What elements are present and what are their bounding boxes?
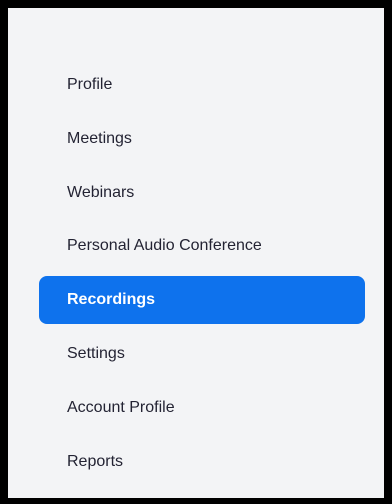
sidebar-item-label: Reports xyxy=(67,453,124,470)
sidebar-item-meetings[interactable]: Meetings xyxy=(39,115,365,163)
sidebar-item-recordings[interactable]: Recordings xyxy=(39,276,365,324)
sidebar-item-reports[interactable]: Reports xyxy=(39,438,365,486)
sidebar-item-account-profile[interactable]: Account Profile xyxy=(39,384,365,432)
sidebar-item-webinars[interactable]: Webinars xyxy=(39,169,365,217)
sidebar-item-label: Webinars xyxy=(67,184,135,201)
sidebar-item-label: Settings xyxy=(67,345,125,362)
sidebar-item-label: Profile xyxy=(67,76,113,93)
sidebar-item-profile[interactable]: Profile xyxy=(39,61,365,109)
sidebar-item-label: Personal Audio Conference xyxy=(67,237,262,254)
sidebar-item-settings[interactable]: Settings xyxy=(39,330,365,378)
sidebar-nav: Profile Meetings Webinars Personal Audio… xyxy=(8,8,384,498)
sidebar-item-label: Meetings xyxy=(67,130,132,147)
sidebar-item-label: Account Profile xyxy=(67,399,175,416)
sidebar-item-label: Recordings xyxy=(67,291,156,308)
settings-window: Profile Meetings Webinars Personal Audio… xyxy=(8,8,384,498)
sidebar-item-personal-audio-conference[interactable]: Personal Audio Conference xyxy=(39,222,365,270)
